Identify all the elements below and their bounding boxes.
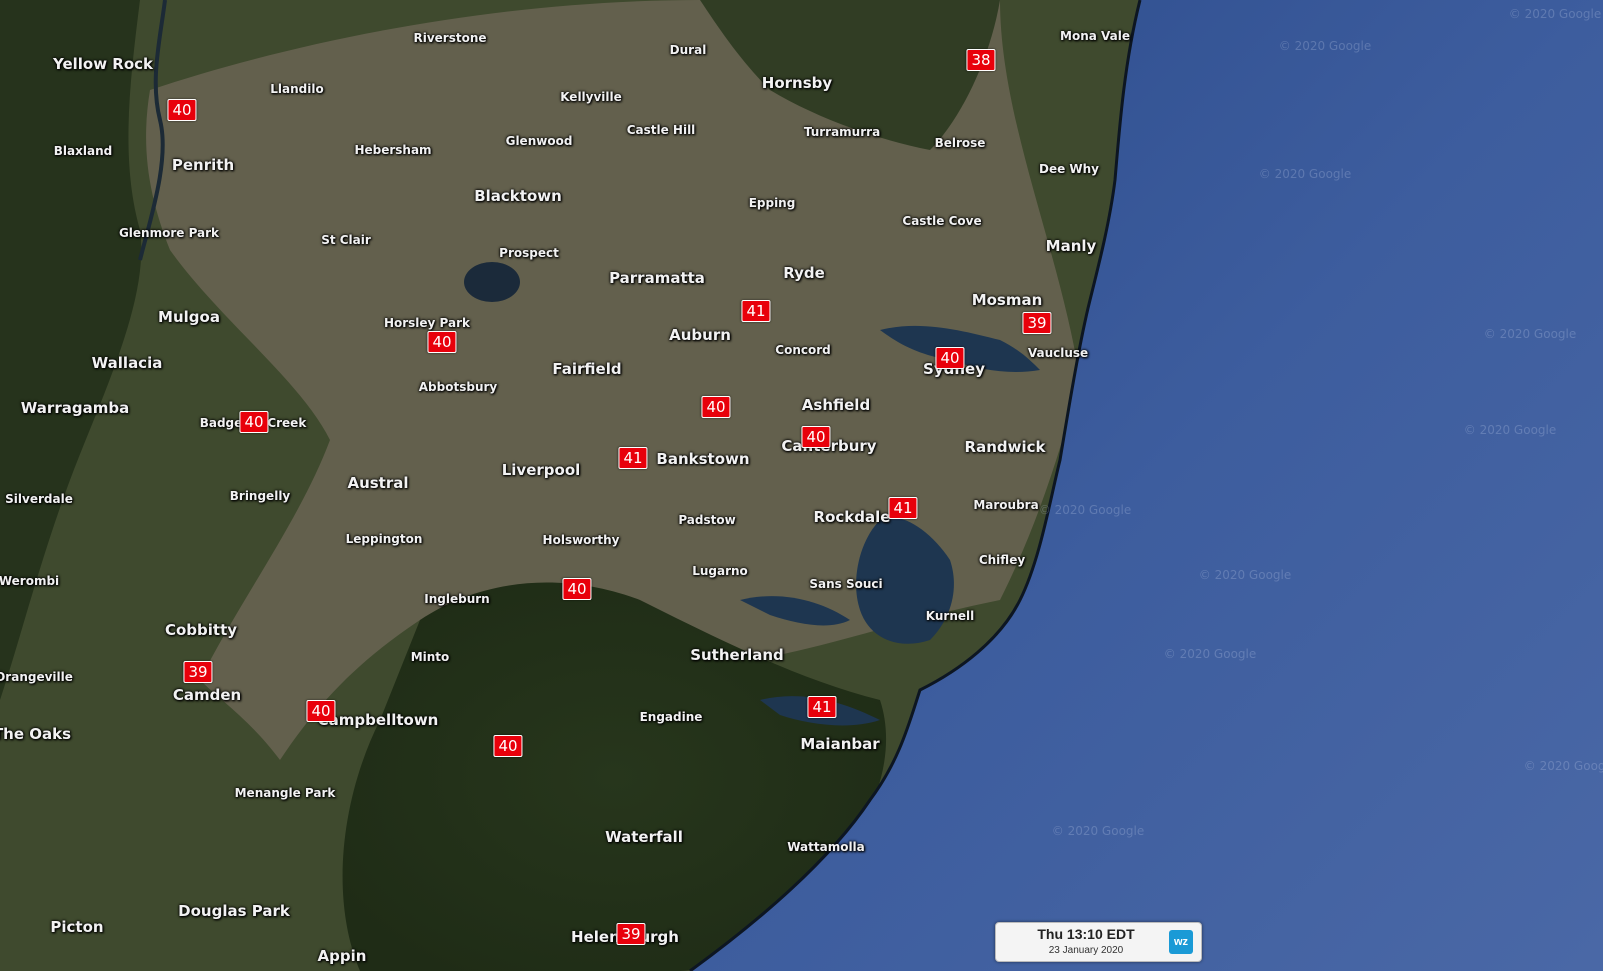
temperature-marker[interactable]: 41 xyxy=(888,497,918,519)
temperature-marker[interactable]: 40 xyxy=(239,411,269,433)
watermark: © 2020 Google xyxy=(1523,759,1603,773)
temperature-marker[interactable]: 40 xyxy=(427,331,457,353)
watermark: © 2020 Google xyxy=(1258,167,1352,181)
temperature-marker[interactable]: 40 xyxy=(493,735,523,757)
temperature-marker[interactable]: 39 xyxy=(616,923,646,945)
map-view[interactable]: © 2020 Google © 2020 Google © 2020 Googl… xyxy=(0,0,1603,971)
watermark: © 2020 Google xyxy=(1278,39,1372,53)
watermark: © 2020 Google xyxy=(1463,423,1557,437)
temperature-marker[interactable]: 41 xyxy=(618,447,648,469)
temperature-marker[interactable]: 40 xyxy=(167,99,197,121)
temperature-marker[interactable]: 39 xyxy=(1022,312,1052,334)
watermark: © 2020 Google xyxy=(1038,503,1132,517)
temperature-marker[interactable]: 38 xyxy=(966,49,996,71)
timestamp-time: Thu 13:10 EDT xyxy=(1037,926,1135,942)
map-basemap xyxy=(0,0,1603,971)
temperature-marker[interactable]: 40 xyxy=(935,347,965,369)
watermark: © 2020 Google xyxy=(1163,647,1257,661)
weatherzone-logo-icon[interactable]: wz xyxy=(1169,930,1193,954)
watermark: © 2020 Google xyxy=(1051,824,1145,838)
watermark: © 2020 Google xyxy=(1483,327,1577,341)
temperature-marker[interactable]: 40 xyxy=(801,426,831,448)
watermark: © 2020 Google xyxy=(1508,7,1602,21)
temperature-marker[interactable]: 41 xyxy=(807,696,837,718)
temperature-marker[interactable]: 40 xyxy=(701,396,731,418)
temperature-marker[interactable]: 39 xyxy=(183,661,213,683)
timestamp-date: 23 January 2020 xyxy=(1048,945,1124,956)
temperature-marker[interactable]: 41 xyxy=(741,300,771,322)
watermark: © 2020 Google xyxy=(1198,568,1292,582)
timestamp-panel: Thu 13:10 EDT 23 January 2020 wz xyxy=(995,922,1202,962)
temperature-marker[interactable]: 40 xyxy=(306,700,336,722)
temperature-marker[interactable]: 40 xyxy=(562,578,592,600)
